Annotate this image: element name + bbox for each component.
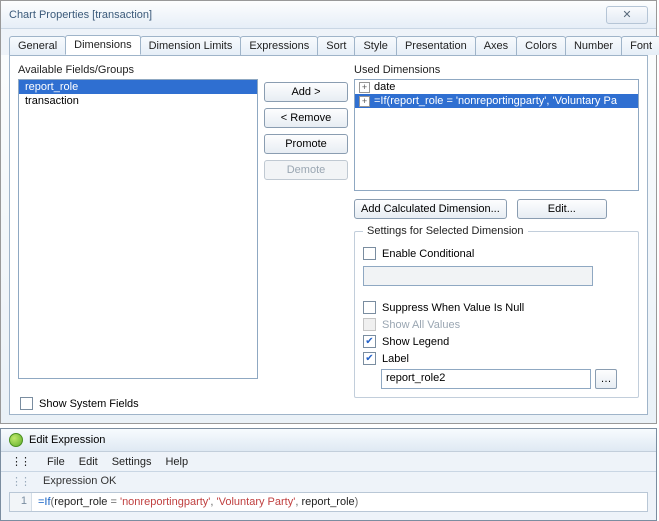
show-system-fields-label: Show System Fields <box>39 398 139 410</box>
used-dimensions-tree[interactable]: + date + =If(report_role = 'nonreporting… <box>354 79 639 191</box>
tab-style[interactable]: Style <box>354 36 396 55</box>
add-calculated-dimension-button[interactable]: Add Calculated Dimension... <box>354 199 507 219</box>
line-number: 1 <box>10 493 32 511</box>
show-system-fields-checkbox[interactable] <box>20 397 33 410</box>
list-item[interactable]: transaction <box>19 94 257 108</box>
suppress-null-checkbox[interactable] <box>363 301 376 314</box>
tab-number[interactable]: Number <box>565 36 622 55</box>
tree-item-label: date <box>374 81 395 93</box>
demote-button[interactable]: Demote <box>264 160 348 180</box>
app-icon <box>9 433 23 447</box>
menu-file[interactable]: File <box>47 456 65 468</box>
tree-row[interactable]: + =If(report_role = 'nonreportingparty',… <box>355 94 638 108</box>
tab-general[interactable]: General <box>9 36 66 55</box>
settings-group: Settings for Selected Dimension Enable C… <box>354 225 639 398</box>
expression-editor[interactable]: 1 =If(report_role = 'nonreportingparty',… <box>9 492 648 512</box>
expr-window-title: Edit Expression <box>29 434 105 446</box>
code-line[interactable]: =If(report_role = 'nonreportingparty', '… <box>32 493 364 511</box>
tab-sort[interactable]: Sort <box>317 36 355 55</box>
tab-dimension-limits[interactable]: Dimension Limits <box>140 36 242 55</box>
suppress-null-label: Suppress When Value Is Null <box>382 302 524 314</box>
tree-row[interactable]: + date <box>355 80 638 94</box>
promote-button[interactable]: Promote <box>264 134 348 154</box>
tree-item-label: =If(report_role = 'nonreportingparty', '… <box>374 95 617 107</box>
label-checkbox-label: Label <box>382 353 409 365</box>
toolbar-grip-icon: ⋮⋮ <box>1 475 29 488</box>
available-fields-list[interactable]: report_role transaction <box>18 79 258 379</box>
tab-colors[interactable]: Colors <box>516 36 566 55</box>
menu-edit[interactable]: Edit <box>79 456 98 468</box>
label-field[interactable]: report_role2 <box>381 369 591 389</box>
tab-dimensions[interactable]: Dimensions <box>65 35 140 55</box>
settings-legend: Settings for Selected Dimension <box>363 225 528 237</box>
label-checkbox[interactable] <box>363 352 376 365</box>
conditional-field[interactable] <box>363 266 593 286</box>
show-all-values-label: Show All Values <box>382 319 460 331</box>
label-builder-button[interactable]: … <box>595 369 617 389</box>
used-dimensions-label: Used Dimensions <box>354 64 639 76</box>
tab-strip: General Dimensions Dimension Limits Expr… <box>1 29 656 55</box>
show-legend-checkbox[interactable] <box>363 335 376 348</box>
expr-titlebar: Edit Expression <box>1 429 656 452</box>
tab-presentation[interactable]: Presentation <box>396 36 476 55</box>
expression-status: Expression OK <box>33 472 126 490</box>
expr-menubar: ⋮⋮ File Edit Settings Help <box>1 452 656 472</box>
remove-button[interactable]: < Remove <box>264 108 348 128</box>
tab-axes[interactable]: Axes <box>475 36 517 55</box>
titlebar: Chart Properties [transaction] ✕ <box>1 1 656 29</box>
tab-font[interactable]: Font <box>621 36 659 55</box>
add-button[interactable]: Add > <box>264 82 348 102</box>
menu-settings[interactable]: Settings <box>112 456 152 468</box>
close-button[interactable]: ✕ <box>606 6 648 24</box>
edit-button[interactable]: Edit... <box>517 199 607 219</box>
close-icon: ✕ <box>622 8 631 21</box>
expand-icon[interactable]: + <box>359 96 370 107</box>
show-all-values-checkbox <box>363 318 376 331</box>
show-legend-label: Show Legend <box>382 336 449 348</box>
expand-icon[interactable]: + <box>359 82 370 93</box>
list-item[interactable]: report_role <box>19 80 257 94</box>
window-title: Chart Properties [transaction] <box>9 9 606 21</box>
toolbar-grip-icon: ⋮⋮ <box>11 455 29 468</box>
available-fields-label: Available Fields/Groups <box>18 64 258 76</box>
menu-help[interactable]: Help <box>165 456 188 468</box>
enable-conditional-label: Enable Conditional <box>382 248 474 260</box>
enable-conditional-checkbox[interactable] <box>363 247 376 260</box>
tab-expressions[interactable]: Expressions <box>240 36 318 55</box>
